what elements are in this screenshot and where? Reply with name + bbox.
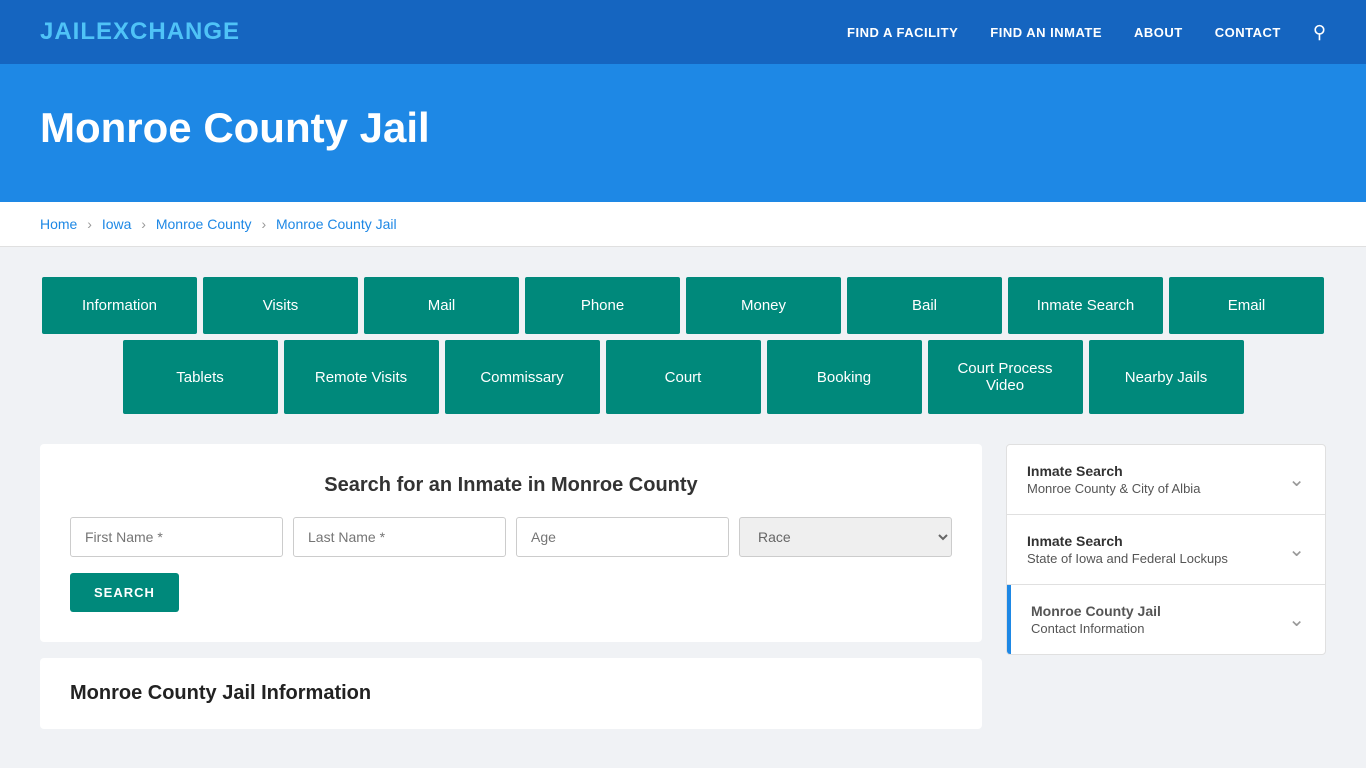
sidebar-item-1[interactable]: Inmate Search State of Iowa and Federal L… (1007, 515, 1325, 585)
grid-btn-booking[interactable]: Booking (767, 340, 922, 414)
sidebar-item-0[interactable]: Inmate Search Monroe County & City of Alb… (1007, 445, 1325, 515)
breadcrumb-current[interactable]: Monroe County Jail (276, 216, 397, 232)
grid-btn-money[interactable]: Money (686, 277, 841, 334)
grid-btn-visits[interactable]: Visits (203, 277, 358, 334)
info-title: Monroe County Jail Information (70, 682, 952, 705)
search-form-row: Race (70, 517, 952, 557)
breadcrumb-iowa[interactable]: Iowa (102, 216, 132, 232)
breadcrumb: Home › Iowa › Monroe County › Monroe Cou… (0, 202, 1366, 247)
sidebar-item-2[interactable]: Monroe County Jail Contact Information ⌄ (1007, 585, 1325, 654)
grid-btn-commissary[interactable]: Commissary (445, 340, 600, 414)
hero-section: Monroe County Jail (0, 64, 1366, 202)
grid-btn-information[interactable]: Information (42, 277, 197, 334)
logo-part1: JAIL (40, 18, 96, 45)
sidebar-item-title-1: Inmate Search (1027, 533, 1228, 549)
main-container: InformationVisitsMailPhoneMoneyBailInmat… (0, 247, 1366, 759)
chevron-down-icon: ⌄ (1288, 537, 1305, 562)
search-button[interactable]: SEARCH (70, 573, 179, 612)
search-title: Search for an Inmate in Monroe County (70, 474, 952, 497)
grid-btn-tablets[interactable]: Tablets (123, 340, 278, 414)
nav-links: FIND A FACILITY FIND AN INMATE ABOUT CON… (847, 22, 1326, 43)
search-icon[interactable]: ⚲ (1313, 22, 1326, 43)
logo-part3: XCHANGE (113, 18, 240, 45)
breadcrumb-home[interactable]: Home (40, 216, 77, 232)
grid-btn-remote-visits[interactable]: Remote Visits (284, 340, 439, 414)
sidebar-item-text-2: Monroe County Jail Contact Information (1031, 603, 1161, 636)
grid-btn-court[interactable]: Court (606, 340, 761, 414)
grid-btn-court-process-video[interactable]: Court Process Video (928, 340, 1083, 414)
breadcrumb-sep2: › (141, 216, 146, 232)
breadcrumb-sep1: › (87, 216, 92, 232)
sidebar-item-text-1: Inmate Search State of Iowa and Federal L… (1027, 533, 1228, 566)
grid-btn-nearby-jails[interactable]: Nearby Jails (1089, 340, 1244, 414)
inmate-search-panel: Search for an Inmate in Monroe County Ra… (40, 444, 982, 642)
navbar: JAILEXCHANGE FIND A FACILITY FIND AN INM… (0, 0, 1366, 64)
sidebar-item-title-0: Inmate Search (1027, 463, 1200, 479)
nav-find-facility[interactable]: FIND A FACILITY (847, 25, 958, 40)
sidebar-item-subtitle-2: Contact Information (1031, 621, 1161, 636)
nav-about[interactable]: ABOUT (1134, 25, 1183, 40)
page-title: Monroe County Jail (40, 104, 1326, 152)
grid-btn-email[interactable]: Email (1169, 277, 1324, 334)
sidebar-item-subtitle-1: State of Iowa and Federal Lockups (1027, 551, 1228, 566)
nav-find-inmate[interactable]: FIND AN INMATE (990, 25, 1102, 40)
sidebar-item-text-0: Inmate Search Monroe County & City of Alb… (1027, 463, 1200, 496)
first-name-input[interactable] (70, 517, 283, 557)
breadcrumb-sep3: › (261, 216, 266, 232)
chevron-down-icon: ⌄ (1288, 607, 1305, 632)
info-section: Monroe County Jail Information (40, 658, 982, 729)
sidebar-item-title-2: Monroe County Jail (1031, 603, 1161, 619)
chevron-down-icon: ⌄ (1288, 467, 1305, 492)
nav-contact[interactable]: CONTACT (1215, 25, 1281, 40)
race-select[interactable]: Race (739, 517, 952, 557)
sidebar-item-subtitle-0: Monroe County & City of Albia (1027, 481, 1200, 496)
last-name-input[interactable] (293, 517, 506, 557)
breadcrumb-monroe-county[interactable]: Monroe County (156, 216, 252, 232)
logo-part2: E (96, 18, 113, 45)
grid-btn-bail[interactable]: Bail (847, 277, 1002, 334)
age-input[interactable] (516, 517, 729, 557)
sidebar: Inmate Search Monroe County & City of Alb… (1006, 444, 1326, 655)
sidebar-card: Inmate Search Monroe County & City of Alb… (1006, 444, 1326, 655)
grid-btn-mail[interactable]: Mail (364, 277, 519, 334)
grid-btn-phone[interactable]: Phone (525, 277, 680, 334)
grid-btn-inmate-search[interactable]: Inmate Search (1008, 277, 1163, 334)
category-button-grid: InformationVisitsMailPhoneMoneyBailInmat… (40, 277, 1326, 414)
two-column-layout: Search for an Inmate in Monroe County Ra… (40, 444, 1326, 729)
site-logo[interactable]: JAILEXCHANGE (40, 18, 240, 46)
